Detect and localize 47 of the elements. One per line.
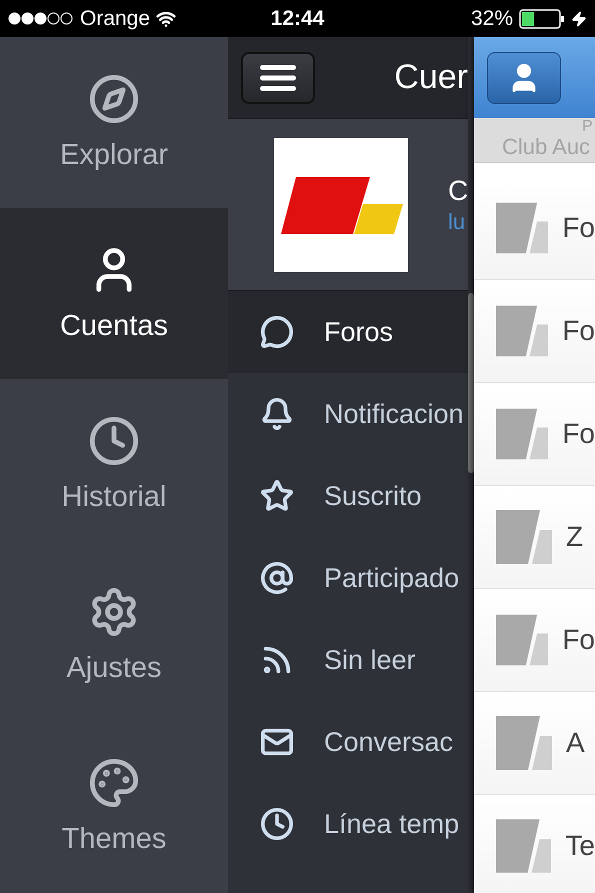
speech-bubble-icon (260, 315, 294, 349)
forum-thumbnail-icon (496, 716, 552, 770)
menu-item[interactable]: Notificacion (228, 373, 468, 455)
sidebar-item[interactable]: Explorar (0, 37, 228, 208)
carrier-name: Orange (80, 6, 150, 30)
charging-icon (571, 10, 587, 26)
forum-row[interactable]: Z (474, 486, 595, 589)
menu-item[interactable]: Foros (228, 291, 468, 373)
forum-thumbnail-icon (496, 613, 548, 667)
forum-thumbnail-icon (496, 819, 552, 873)
clock-icon (88, 415, 140, 467)
clock-icon (260, 807, 294, 841)
menu-button[interactable] (241, 52, 315, 104)
account-name: C (448, 174, 468, 206)
forum-row[interactable]: Te (474, 795, 595, 893)
menu-item[interactable]: Conversac (228, 701, 468, 783)
sidebar-item[interactable]: Historial (0, 379, 228, 550)
sidebar-item[interactable]: Themes (0, 721, 228, 892)
menu-item[interactable]: Participado (228, 537, 468, 619)
forum-row[interactable]: Fo (474, 280, 595, 383)
battery-percentage: 32% (470, 6, 513, 30)
menu-item[interactable]: Sin leer (228, 619, 468, 701)
sidebar-item[interactable]: Cuentas (0, 208, 228, 379)
forum-row[interactable]: Fo (474, 383, 595, 486)
battery-icon (519, 8, 565, 28)
at-sign-icon (260, 561, 294, 595)
forum-row[interactable]: Fo (474, 589, 595, 692)
forum-thumbnail-icon (496, 304, 548, 358)
signal-strength-icon (8, 12, 74, 25)
panel-title: Cuer (394, 58, 468, 97)
menu-icon (260, 64, 296, 90)
account-subtitle: lu (448, 208, 466, 234)
forum-thumbnail-icon (496, 510, 552, 564)
forum-row[interactable]: Fo (474, 177, 595, 280)
forum-thumbnail-icon (496, 201, 548, 255)
forum-thumbnail-icon (496, 407, 548, 461)
menu-item[interactable]: Suscrito (228, 455, 468, 537)
clock-time: 12:44 (270, 6, 324, 30)
forum-banner: P Club Auc (474, 118, 595, 163)
bell-icon (260, 397, 294, 431)
account-button[interactable] (487, 52, 561, 104)
palette-icon (88, 757, 140, 809)
forum-row[interactable]: A (474, 692, 595, 795)
sidebar-item[interactable]: Ajustes (0, 550, 228, 721)
star-icon (260, 479, 294, 513)
menu-item[interactable]: Línea temp (228, 783, 468, 865)
compass-icon (88, 73, 140, 125)
